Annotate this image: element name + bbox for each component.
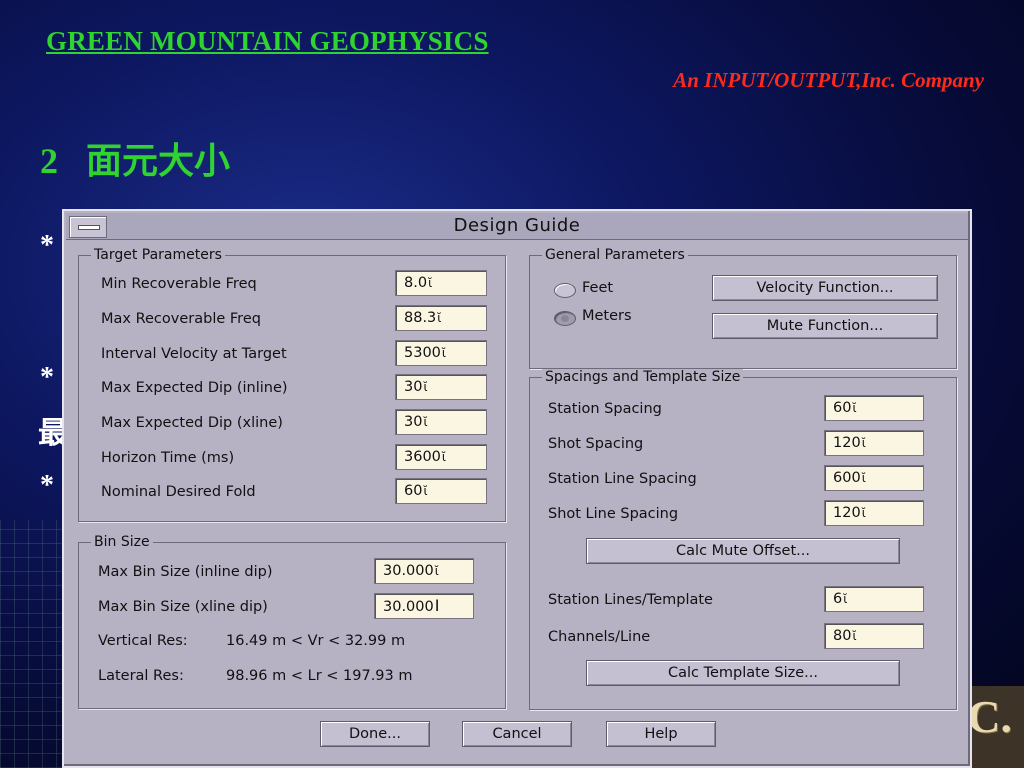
meters-radio[interactable] [554,311,576,326]
interval-velocity-input[interactable]: 5300ῐ [395,340,487,366]
shot-line-spacing-label: Shot Line Spacing [548,506,679,522]
text-cursor-icon: ῐ [437,311,442,325]
target-parameters-group: Target Parameters Min Recoverable Freq 8… [78,247,506,522]
slide-heading: 2 面元大小 [40,132,230,184]
max-bin-xline-label: Max Bin Size (xline dip) [98,599,268,615]
done-button[interactable]: Done... [320,721,430,747]
general-parameters-group: General Parameters Feet Meters Velocity … [529,247,957,369]
nominal-fold-label: Nominal Desired Fold [101,484,256,500]
company-name: GREEN MOUNTAIN GEOPHYSICS [46,26,489,56]
station-spacing-label: Station Spacing [548,401,662,417]
station-spacing-input[interactable]: 60ῐ [824,395,924,421]
text-cursor-icon: ῐ [861,506,866,520]
window-menu-icon[interactable] [69,216,107,238]
lateral-res-value: 98.96 m < Lr < 197.93 m [226,668,413,684]
max-bin-inline-label: Max Bin Size (inline dip) [98,564,273,580]
shot-line-spacing-input[interactable]: 120ῐ [824,500,924,526]
company-subtitle: An INPUT/OUTPUT,Inc. Company [673,68,984,92]
dip-inline-input[interactable]: 30ῐ [395,374,487,400]
text-cursor-icon: I [434,596,440,615]
mute-function-button[interactable]: Mute Function... [712,313,938,339]
station-line-spacing-label: Station Line Spacing [548,471,697,487]
text-cursor-icon: ῐ [861,436,866,450]
text-cursor-icon: ῐ [434,564,439,578]
dialog-title: Design Guide [453,215,581,236]
min-freq-input[interactable]: 8.0ῐ [395,270,487,296]
dip-inline-label: Max Expected Dip (inline) [101,380,288,396]
group-title: Spacings and Template Size [542,369,744,385]
bullet-marker: * [40,470,54,501]
bullet-marker: * [40,230,54,261]
horizon-time-input[interactable]: 3600ῐ [395,444,487,470]
group-title: Target Parameters [91,247,225,263]
help-button[interactable]: Help [606,721,716,747]
text-cursor-icon: ῐ [423,415,428,429]
meters-label: Meters [582,308,632,324]
station-line-spacing-input[interactable]: 600ῐ [824,465,924,491]
text-cursor-icon: ῐ [852,401,857,415]
cancel-button[interactable]: Cancel [462,721,572,747]
max-bin-inline-input[interactable]: 30.000ῐ [374,558,474,584]
calc-template-size-button[interactable]: Calc Template Size... [586,660,900,686]
vertical-res-label: Vertical Res: [98,633,188,649]
text-cursor-icon: ῐ [428,276,433,290]
design-guide-dialog: Design Guide Target Parameters Min Recov… [62,209,972,768]
section-number: 2 [40,141,58,181]
spacings-group: Spacings and Template Size Station Spaci… [529,369,957,710]
bullet-marker: * [40,362,54,393]
text-cursor-icon: ῐ [441,346,446,360]
station-lines-template-input[interactable]: 6ῐ [824,586,924,612]
text-cursor-icon: ῐ [441,450,446,464]
velocity-function-button[interactable]: Velocity Function... [712,275,938,301]
bin-size-group: Bin Size Max Bin Size (inline dip) 30.00… [78,534,506,709]
max-freq-input[interactable]: 88.3ῐ [395,305,487,331]
dialog-titlebar[interactable]: Design Guide [66,213,968,240]
shot-spacing-input[interactable]: 120ῐ [824,430,924,456]
nominal-fold-input[interactable]: 60ῐ [395,478,487,504]
calc-mute-offset-button[interactable]: Calc Mute Offset... [586,538,900,564]
text-cursor-icon: ῐ [843,592,848,606]
station-lines-template-label: Station Lines/Template [548,592,713,608]
feet-radio[interactable] [554,283,576,298]
vertical-res-value: 16.49 m < Vr < 32.99 m [226,633,406,649]
min-freq-label: Min Recoverable Freq [101,276,257,292]
interval-velocity-label: Interval Velocity at Target [101,346,287,362]
feet-label: Feet [582,280,614,296]
lateral-res-label: Lateral Res: [98,668,184,684]
text-cursor-icon: ῐ [861,471,866,485]
background-logo-fragment: C. [967,691,1012,742]
max-bin-xline-input[interactable]: 30.000I [374,593,474,619]
dip-xline-label: Max Expected Dip (xline) [101,415,283,431]
text-cursor-icon: ῐ [423,484,428,498]
dip-xline-input[interactable]: 30ῐ [395,409,487,435]
max-freq-label: Max Recoverable Freq [101,311,261,327]
section-title: 面元大小 [86,141,231,181]
group-title: General Parameters [542,247,688,263]
background-grid-decoration [0,520,70,768]
channels-line-label: Channels/Line [548,629,651,645]
text-cursor-icon: ῐ [423,380,428,394]
horizon-time-label: Horizon Time (ms) [101,450,235,466]
group-title: Bin Size [91,534,153,550]
channels-line-input[interactable]: 80ῐ [824,623,924,649]
text-cursor-icon: ῐ [852,629,857,643]
shot-spacing-label: Shot Spacing [548,436,644,452]
